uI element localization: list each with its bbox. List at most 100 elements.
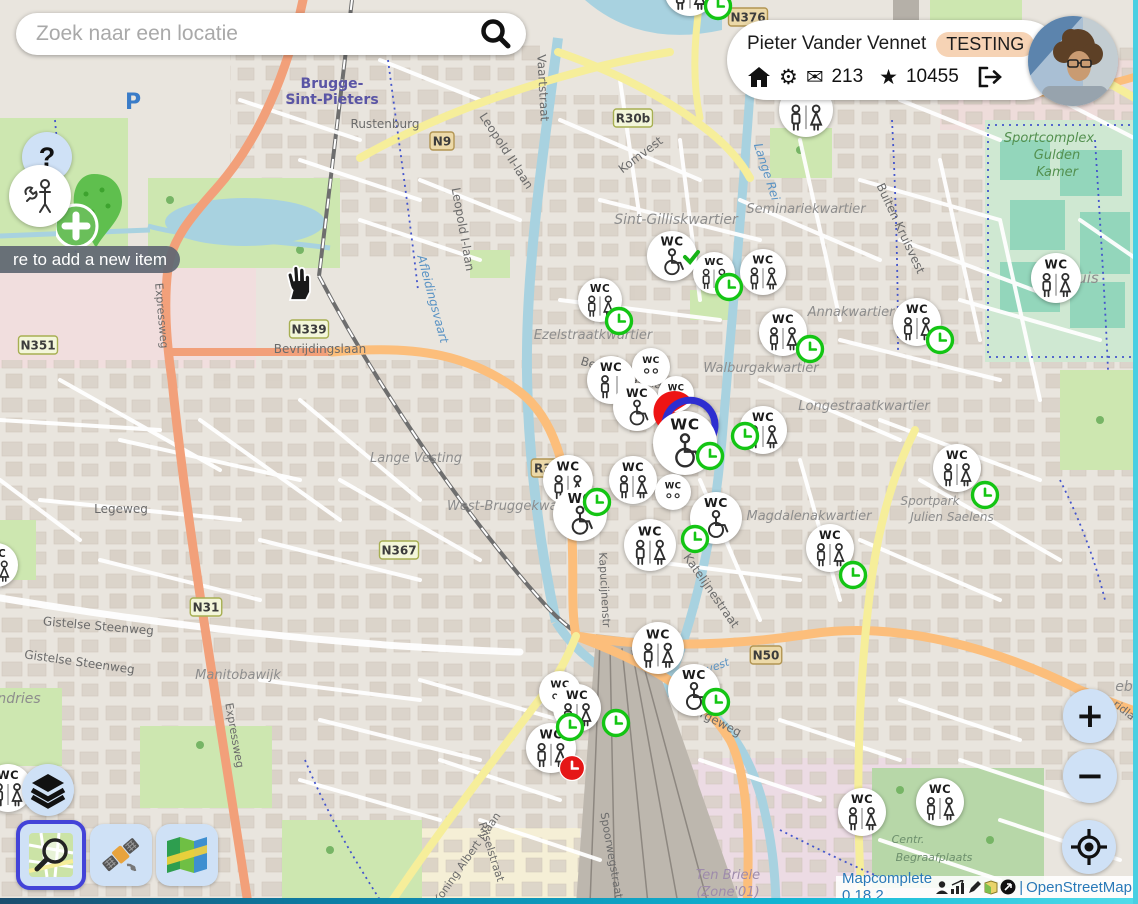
toilet-theme-icon bbox=[18, 174, 62, 218]
road-shield: N339 bbox=[290, 320, 329, 338]
map-label: Lange Vesting bbox=[370, 451, 462, 466]
layers-icon bbox=[28, 770, 68, 810]
user-name: Pieter Vander Vennet bbox=[747, 33, 926, 55]
svg-text:N50: N50 bbox=[753, 649, 780, 663]
zoom-out-button[interactable]: − bbox=[1063, 749, 1117, 803]
road-shield: N9 bbox=[430, 132, 454, 150]
attribution-bar: Mapcomplete 0.18.2 | OpenStreetMap bbox=[836, 876, 1138, 898]
avatar[interactable] bbox=[1028, 16, 1118, 106]
map-marker-toilet[interactable] bbox=[613, 383, 661, 431]
map-label: Sint-Pieters bbox=[285, 92, 378, 108]
basemap-map-button[interactable] bbox=[156, 824, 218, 886]
osm-carto-icon bbox=[27, 831, 75, 879]
search-bar[interactable] bbox=[16, 13, 526, 55]
basemap-osm-button[interactable] bbox=[16, 820, 86, 890]
mapillary-icon[interactable] bbox=[1000, 879, 1016, 895]
map[interactable]: WC WC bbox=[0, 0, 1138, 904]
map-label: ndries bbox=[0, 691, 41, 707]
map-label: Ten Briele bbox=[696, 868, 760, 883]
geolocate-icon bbox=[1069, 827, 1109, 867]
map-marker-toilet[interactable] bbox=[647, 231, 697, 281]
statistics-icon[interactable] bbox=[950, 880, 966, 895]
testing-badge: TESTING bbox=[936, 32, 1034, 57]
map-label: Annakwartier bbox=[807, 305, 897, 320]
edit-pencil-icon[interactable] bbox=[967, 880, 982, 895]
marker-badge-open bbox=[698, 444, 723, 469]
basemap-satellite-button[interactable] bbox=[90, 824, 152, 886]
map-label: eb bbox=[1115, 679, 1133, 695]
contributor-icon[interactable] bbox=[935, 880, 949, 895]
map-marker-toilet[interactable] bbox=[632, 622, 684, 674]
marker-badge-closed bbox=[560, 756, 585, 781]
map-label: Magdalenakwartier bbox=[747, 509, 874, 524]
map-marker-toilet[interactable] bbox=[609, 456, 657, 504]
svg-text:N31: N31 bbox=[193, 601, 220, 615]
bottom-bar bbox=[0, 898, 1138, 904]
attribution-icons bbox=[935, 879, 1016, 895]
svg-text:N351: N351 bbox=[20, 339, 55, 353]
map-marker-toilet[interactable] bbox=[933, 444, 981, 492]
star-count: 10455 bbox=[906, 66, 959, 88]
map-label: Ezelstraatkwartier bbox=[534, 328, 654, 343]
marker-badge-open bbox=[558, 715, 583, 740]
theme-button[interactable] bbox=[9, 165, 71, 227]
map-marker-toilet[interactable] bbox=[655, 474, 691, 510]
marker-badge-open bbox=[704, 690, 729, 715]
search-icon[interactable] bbox=[478, 16, 514, 52]
road-shield: R30b bbox=[614, 109, 653, 127]
mail-icon[interactable]: ✉ bbox=[806, 67, 824, 88]
marker-badge-open bbox=[717, 275, 742, 300]
map-label: Begraafplaats bbox=[896, 851, 973, 864]
mail-count: 213 bbox=[831, 66, 863, 88]
attribution-osm-link[interactable]: OpenStreetMap bbox=[1026, 879, 1132, 896]
map-label: Seminariekwartier bbox=[746, 202, 867, 217]
star-icon[interactable]: ★ bbox=[879, 67, 898, 88]
marker-badge-open bbox=[973, 483, 998, 508]
app-window: WC WC bbox=[0, 0, 1138, 904]
marker-badge-open bbox=[607, 309, 632, 334]
map-label: Bevrijdingslaan bbox=[274, 342, 366, 356]
user-panel: Pieter Vander Vennet TESTING ⚙ ✉ 213 ★ 1… bbox=[727, 20, 1063, 100]
hand-cursor bbox=[276, 260, 320, 304]
map-label: Manitobawijk bbox=[195, 668, 281, 683]
map-marker-toilet[interactable] bbox=[632, 348, 670, 386]
road-shield: N50 bbox=[750, 646, 782, 664]
map-marker-toilet[interactable] bbox=[838, 788, 886, 836]
map-label: Legeweg bbox=[94, 502, 148, 516]
map-label: Brugge- bbox=[301, 76, 364, 92]
svg-text:N367: N367 bbox=[381, 544, 416, 558]
marker-badge-open bbox=[841, 563, 866, 588]
marker-badge-open bbox=[683, 527, 708, 552]
map-label: Centr. bbox=[892, 833, 925, 846]
map-marker-toilet[interactable] bbox=[1031, 253, 1081, 303]
home-icon[interactable] bbox=[747, 66, 771, 88]
search-input[interactable] bbox=[34, 21, 478, 47]
svg-text:N339: N339 bbox=[291, 323, 326, 337]
marker-badge-open bbox=[604, 711, 629, 736]
svg-text:N9: N9 bbox=[433, 135, 451, 149]
marker-badge-open bbox=[928, 328, 953, 353]
road-shield: N351 bbox=[19, 336, 58, 354]
marker-badge-open bbox=[706, 0, 731, 19]
geolocate-button[interactable] bbox=[1062, 820, 1116, 874]
map-label: Rustenburg bbox=[351, 117, 420, 131]
logout-icon[interactable] bbox=[977, 66, 1003, 88]
map-marker-toilet[interactable] bbox=[916, 778, 964, 826]
map-label: Sint-Gilliskwartier bbox=[614, 212, 739, 228]
right-scrollbar[interactable] bbox=[1133, 0, 1138, 904]
map-label: Julien Saelens bbox=[908, 510, 994, 524]
gear-icon[interactable]: ⚙ bbox=[779, 67, 798, 88]
map-label: P bbox=[125, 90, 141, 115]
theme-mini-icon[interactable] bbox=[983, 879, 999, 895]
road-shield: N31 bbox=[190, 598, 222, 616]
marker-badge-open bbox=[733, 424, 758, 449]
map-label: Gulden bbox=[1034, 148, 1080, 163]
map-marker-toilet[interactable] bbox=[740, 249, 786, 295]
zoom-in-button[interactable]: + bbox=[1063, 689, 1117, 743]
marker-badge-open bbox=[585, 490, 610, 515]
add-tooltip: re to add a new item bbox=[0, 246, 180, 273]
folded-map-icon bbox=[163, 831, 211, 879]
satellite-icon bbox=[97, 831, 145, 879]
layers-button[interactable] bbox=[22, 764, 74, 816]
map-marker-toilet[interactable] bbox=[624, 519, 676, 571]
